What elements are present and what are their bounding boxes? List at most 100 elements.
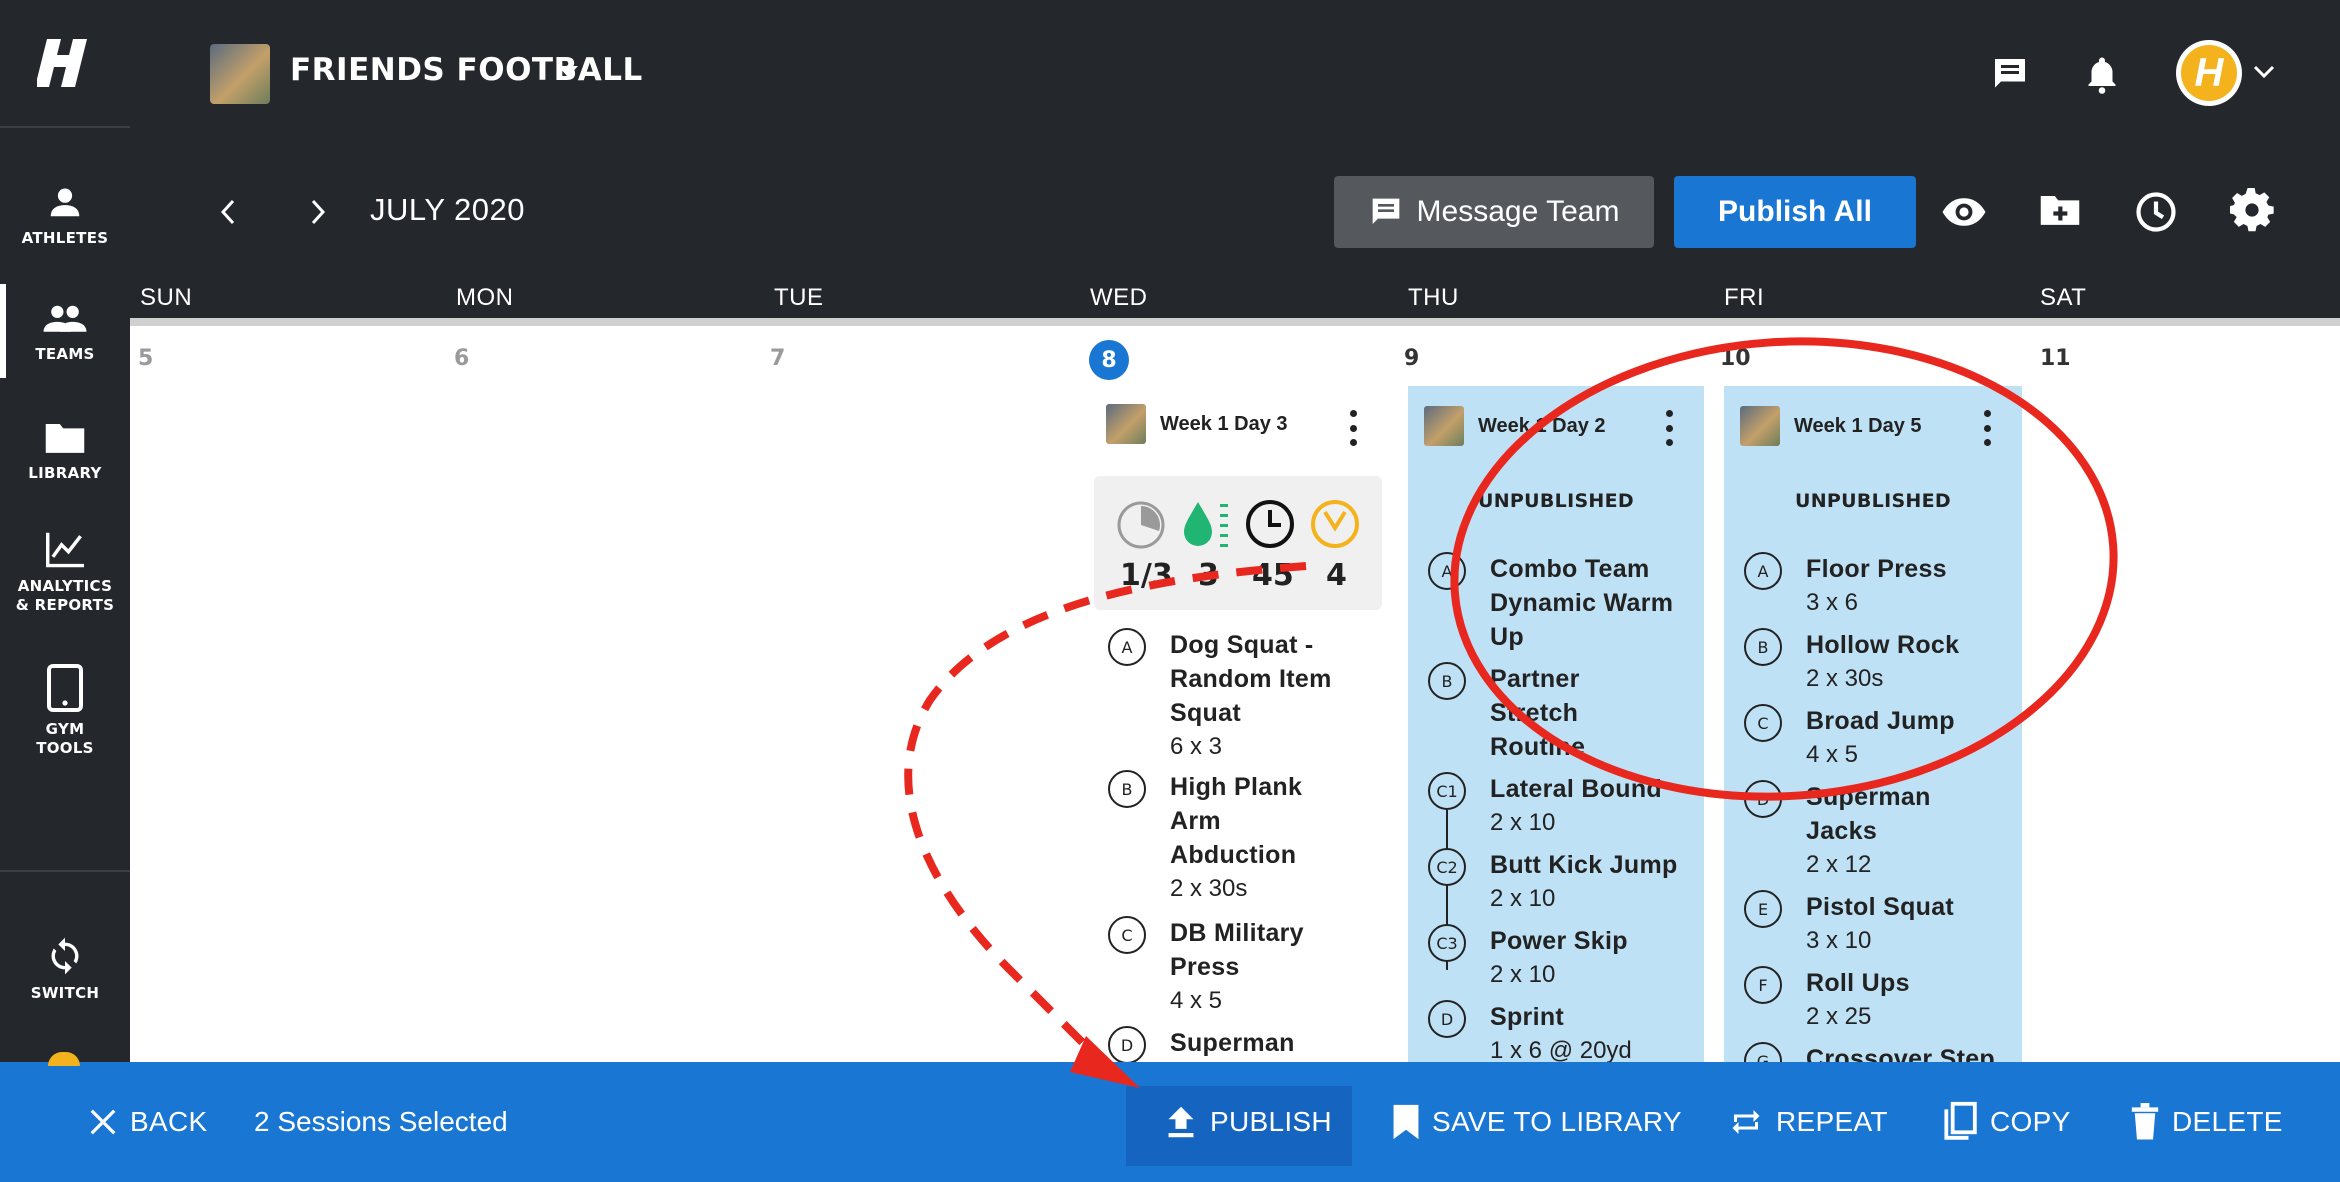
exercise-prescription: 3 x 10 [1806,927,1872,954]
upload-icon [1168,1106,1194,1138]
exercise-badge: F [1744,966,1782,1004]
exercise-name: Partner Stretch Routine [1490,665,1586,761]
sidebar-item-athletes[interactable]: ATHLETES [0,160,130,270]
exercise-badge: C2 [1428,848,1466,886]
exercise-prescription: 2 x 30s [1170,875,1248,902]
selection-count: 2 Sessions Selected [254,1106,508,1137]
sidebar-item-switch[interactable]: SWITCH [0,914,130,1024]
sidebar-item-gym-tools[interactable]: GYM TOOLS [0,656,130,766]
exercise-badge: C3 [1428,924,1466,962]
avatar-letter: H [2181,45,2237,101]
chat-icon[interactable] [1990,54,2030,94]
sidebar-item-library[interactable]: LIBRARY [0,396,130,506]
message-team-button[interactable]: Message Team [1334,176,1654,248]
session-stats: 1/3 3 45 4 [1094,476,1382,610]
exercise-item[interactable]: G Crossover Step [1744,1042,1995,1062]
team-name[interactable]: FRIENDS FOOTBALL [290,52,643,88]
delete-label: DELETE [2172,1106,2283,1137]
eye-icon[interactable] [1940,190,1988,234]
save-to-library-button[interactable]: SAVE TO LIBRARY [1392,1062,1682,1182]
exercise-item[interactable]: E Pistol Squat 3 x 10 [1744,890,1954,958]
h-logo-icon [37,39,87,87]
repeat-button[interactable]: REPEAT [1728,1062,1888,1182]
copy-button[interactable]: COPY [1940,1062,2071,1182]
sidebar-item-teams[interactable]: TEAMS [0,276,130,386]
message-team-label: Message Team [1416,195,1620,228]
exercise-item[interactable]: C3 Power Skip 2 x 10 [1428,924,1628,992]
top-bar: FRIENDS FOOTBALL H JULY 2020 Message Tea… [130,0,2340,318]
exercise-item[interactable]: B Hollow Rock 2 x 30s [1744,628,1959,696]
exercise-badge: A [1108,628,1146,666]
session-card-fri[interactable]: Week 1 Day 5 UNPUBLISHED A Floor Press 3 … [1724,386,2022,1062]
exercise-item[interactable]: C2 Butt Kick Jump 2 x 10 [1428,848,1678,916]
hydration-drop-icon [1184,502,1228,547]
exercise-badge: D [1108,1026,1146,1064]
session-title: Week 1 Day 5 [1794,414,1922,437]
app-logo[interactable] [0,0,130,128]
publish-all-button[interactable]: Publish All [1674,176,1916,248]
more-vert-icon[interactable] [1664,410,1674,446]
month-label: JULY 2020 [370,192,526,227]
exercise-name: Lateral Bound [1490,775,1662,803]
exercise-name: Superman Jacks [1806,783,1931,845]
day-of-week: FRI [1724,284,1765,311]
exercise-item[interactable]: C Broad Jump 4 x 5 [1744,704,1955,772]
exercise-item[interactable]: A Floor Press 3 x 6 [1744,552,1947,620]
folder-add-icon[interactable] [2036,188,2084,232]
exercise-item[interactable]: C1 Lateral Bound 2 x 10 [1428,772,1662,840]
exercise-prescription: 2 x 10 [1490,885,1556,912]
publish-button[interactable]: PUBLISH [1164,1062,1332,1182]
exercise-name: Butt Kick Jump [1490,851,1678,879]
exercise-badge: E [1744,890,1782,928]
chart-icon [46,532,84,568]
exercise-item[interactable]: D Sprint 1 x 6 @ 20yd [1428,1000,1632,1062]
exercise-prescription: 4 x 5 [1806,741,1859,768]
exercise-name: Power Skip [1490,927,1628,955]
message-icon [1372,198,1399,224]
sidebar-item-analytics[interactable]: ANALYTICS & REPORTS [0,518,130,628]
sidebar: ATHLETES TEAMS LIBRARY ANALYTICS & REPOR… [0,0,130,1182]
bell-icon[interactable] [2082,52,2122,96]
exercise-name: Superman [1170,1029,1295,1057]
gear-icon[interactable] [2228,186,2276,234]
date-number: 7 [770,346,786,371]
stat-duration: 45 [1252,558,1294,593]
exercise-name: Roll Ups [1806,969,1910,997]
exercise-item[interactable]: F Roll Ups 2 x 25 [1744,966,1910,1034]
stat-other: 4 [1326,558,1347,593]
exercise-name: Pistol Squat [1806,893,1955,921]
chevron-down-icon[interactable] [2252,60,2276,84]
delete-button[interactable]: DELETE [2130,1062,2283,1182]
tablet-icon [47,664,83,712]
exercise-item[interactable]: C DB Military Press 4 x 5 [1108,916,1340,1018]
chevron-down-icon[interactable] [558,66,578,77]
exercise-name: Sprint [1490,1003,1565,1031]
more-vert-icon[interactable] [1982,410,1992,446]
exercise-name: Hollow Rock [1806,631,1960,659]
exercise-item[interactable]: B Partner Stretch Routine [1428,662,1660,764]
more-vert-icon[interactable] [1348,410,1358,446]
back-button[interactable]: BACK [88,1062,207,1182]
exercise-item[interactable]: D Superman [1108,1026,1360,1064]
day-of-week: SAT [2040,284,2087,311]
chevron-left-icon[interactable] [210,194,246,230]
day-of-week: SUN [140,284,193,311]
sidebar-item-label: GYM TOOLS [36,720,94,757]
exercise-badge: A [1428,552,1466,590]
exercise-prescription: 2 x 30s [1806,665,1884,692]
exercise-name: Dog Squat - Random Item Squat [1170,631,1332,727]
exercise-item[interactable]: A Combo Team Dynamic Warm Up [1428,552,1680,654]
sidebar-item-label: ATHLETES [21,228,109,247]
exercise-prescription: 3 x 6 [1806,589,1859,616]
exercise-item[interactable]: A Dog Squat - Random Item Squat 6 x 3 [1108,628,1360,764]
history-icon[interactable] [2132,188,2180,236]
intensity-icon [1311,500,1359,548]
chevron-right-icon[interactable] [300,194,336,230]
session-card-thu[interactable]: Week 1 Day 2 UNPUBLISHED A Combo Team Dy… [1408,386,1704,1062]
avatar[interactable]: H [2176,40,2242,106]
sidebar-divider [0,870,130,872]
sidebar-item-label: LIBRARY [28,463,102,482]
exercise-item[interactable]: D Superman Jacks 2 x 12 [1744,780,1976,882]
exercise-badge: B [1428,662,1466,700]
exercise-item[interactable]: B High Plank Arm Abduction 2 x 30s [1108,770,1340,906]
